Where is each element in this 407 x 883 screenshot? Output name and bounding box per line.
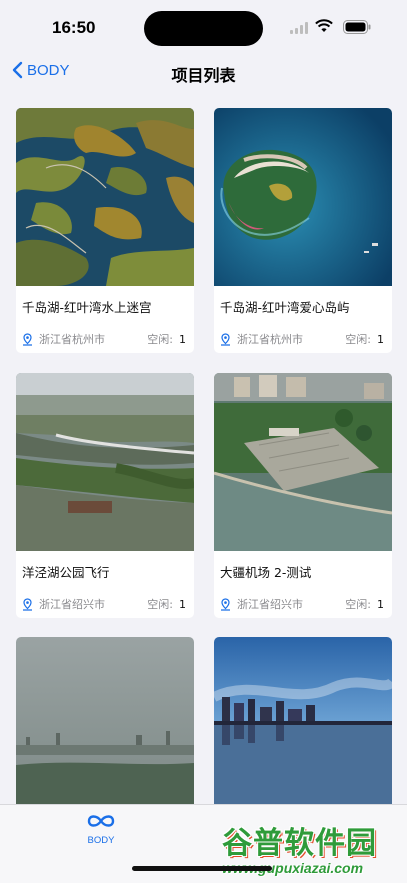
wifi-icon [315, 19, 333, 32]
project-thumbnail [16, 373, 194, 551]
project-thumbnail [214, 637, 392, 804]
home-indicator[interactable] [132, 866, 272, 871]
watermark-logo: 谷普软件园 [222, 826, 377, 861]
project-thumbnail [214, 108, 392, 286]
project-name: 千岛湖-红叶湾水上迷宫 [22, 300, 152, 315]
watermark: 谷普软件园 www.gupuxiazai.com [222, 818, 404, 881]
project-location: 浙江省杭州市 [22, 331, 105, 347]
project-idle-count: 空闲: 1 [345, 596, 384, 612]
idle-value: 1 [179, 598, 186, 611]
project-name: 千岛湖-红叶湾爱心岛屿 [220, 300, 350, 315]
idle-value: 1 [179, 333, 186, 346]
location-pin-icon [23, 597, 32, 611]
status-time: 16:50 [52, 18, 96, 37]
project-location: 浙江省绍兴市 [22, 596, 105, 612]
project-name: 洋泾湖公园飞行 [22, 565, 110, 580]
location-pin-icon [23, 332, 32, 346]
project-card[interactable] [214, 637, 392, 804]
tab-body[interactable]: BODY [71, 813, 131, 846]
project-card[interactable]: 千岛湖-红叶湾爱心岛屿 浙江省杭州市 空闲: 1 [214, 108, 392, 353]
project-thumbnail [214, 373, 392, 551]
project-card[interactable]: 千岛湖-红叶湾水上迷宫 浙江省杭州市 空闲: 1 [16, 108, 194, 353]
project-location: 浙江省绍兴市 [220, 596, 303, 612]
project-location: 浙江省杭州市 [220, 331, 303, 347]
project-name: 大疆机场 2-测试 [220, 565, 312, 580]
idle-label: 空闲: [147, 598, 173, 611]
project-thumbnail [16, 108, 194, 286]
project-idle-count: 空闲: 1 [345, 331, 384, 347]
project-location-text: 浙江省杭州市 [237, 333, 303, 346]
project-location-text: 浙江省绍兴市 [39, 598, 105, 611]
project-location-text: 浙江省杭州市 [39, 333, 105, 346]
infinity-icon [87, 815, 115, 827]
navigation-bar: BODY 项目列表 [0, 56, 407, 90]
tab-body-label: BODY [87, 835, 115, 846]
project-location-text: 浙江省绍兴市 [237, 598, 303, 611]
project-idle-count: 空闲: 1 [147, 331, 186, 347]
dynamic-island [144, 11, 263, 46]
location-pin-icon [221, 332, 230, 346]
idle-label: 空闲: [345, 598, 371, 611]
idle-label: 空闲: [147, 333, 173, 346]
page-title: 项目列表 [171, 66, 236, 85]
project-thumbnail [16, 637, 194, 804]
project-idle-count: 空闲: 1 [147, 596, 186, 612]
project-card[interactable]: 洋泾湖公园飞行 浙江省绍兴市 空闲: 1 [16, 373, 194, 618]
idle-value: 1 [377, 598, 384, 611]
project-card[interactable]: 大疆机场 2-测试 浙江省绍兴市 空闲: 1 [214, 373, 392, 618]
project-card[interactable] [16, 637, 194, 804]
idle-label: 空闲: [345, 333, 371, 346]
idle-value: 1 [377, 333, 384, 346]
location-pin-icon [221, 597, 230, 611]
battery-icon [343, 20, 371, 34]
status-bar: 16:50 [0, 0, 407, 56]
cellular-signal-icon [290, 22, 308, 34]
